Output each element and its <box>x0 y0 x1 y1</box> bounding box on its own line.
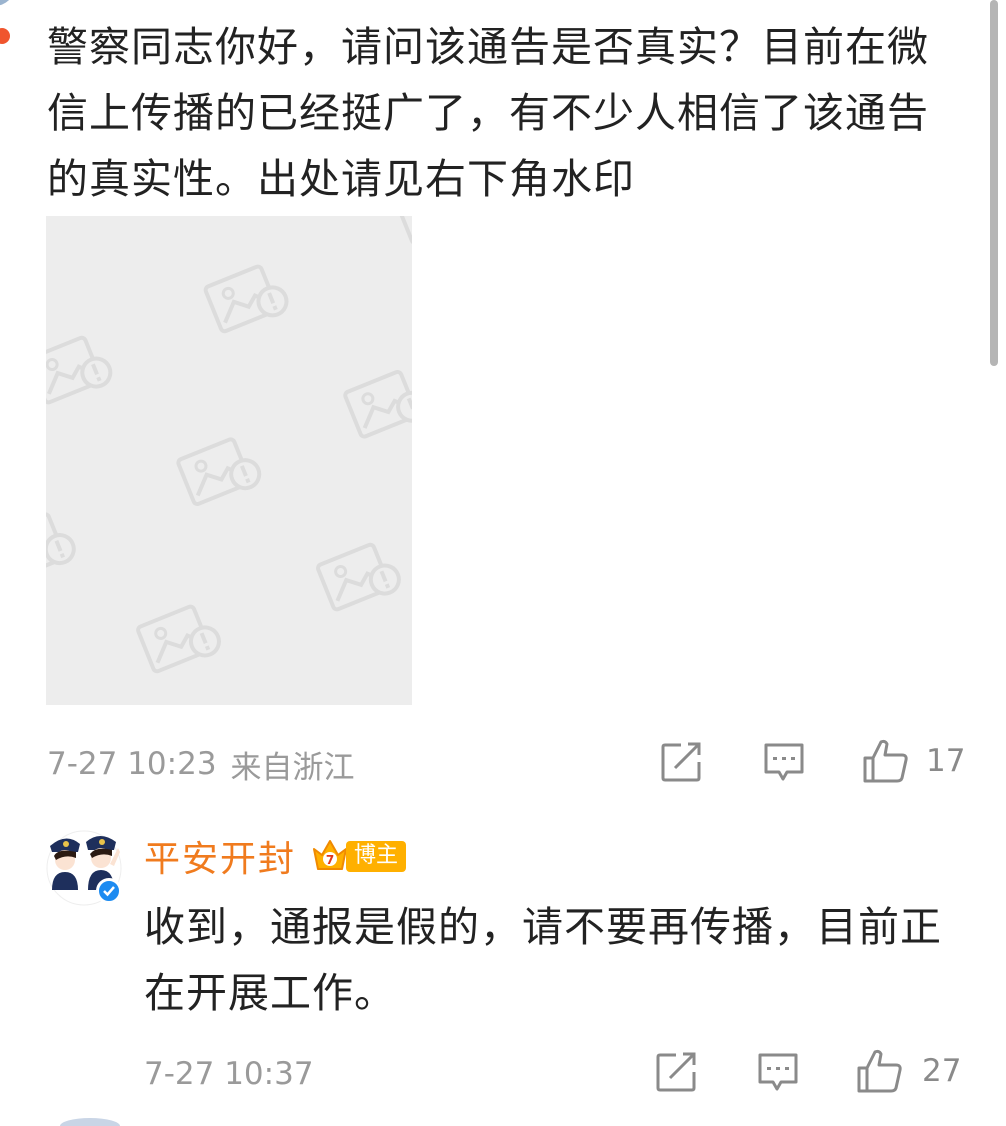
comment-meta: 7-27 10:23 来自浙江 <box>47 742 355 786</box>
comment-time: 7-27 10:23 <box>47 746 217 782</box>
reply-share-button[interactable] <box>656 1052 698 1092</box>
svg-text:7: 7 <box>326 853 334 867</box>
next-avatar <box>60 1118 120 1126</box>
blogger-badge: 博主 <box>346 840 407 872</box>
reply-author-row: 平安开封 7 博主 <box>144 830 407 882</box>
comment-location: 来自浙江 <box>230 749 355 786</box>
comment-share-button[interactable] <box>661 742 703 782</box>
comment-like-count: 17 <box>926 743 966 779</box>
verified-icon <box>96 878 122 904</box>
commenter-badge-icon <box>0 28 10 44</box>
image-placeholder-icon <box>46 216 412 679</box>
share-icon <box>656 1052 696 1092</box>
commenter-avatar[interactable] <box>0 0 16 6</box>
scrollbar[interactable] <box>990 0 998 366</box>
comment-reply-button[interactable] <box>763 742 805 784</box>
comment-image[interactable] <box>46 216 412 705</box>
comment-text: 警察同志你好，请问该通告是否真实？目前在微信上传播的已经挺广了，有不少人相信了该… <box>47 23 929 203</box>
reply-meta: 7-27 10:37 <box>144 1052 314 1096</box>
thumbs-up-icon <box>857 1049 902 1093</box>
thumbs-up-icon <box>863 739 908 783</box>
reply-author-name[interactable]: 平安开封 <box>144 830 296 882</box>
comment-icon <box>764 743 804 781</box>
comment-icon <box>758 1053 798 1091</box>
reply-comment-button[interactable] <box>757 1052 799 1094</box>
crown-icon: 7 <box>313 840 348 870</box>
reply-time: 7-27 10:37 <box>144 1056 314 1092</box>
share-icon <box>661 742 701 782</box>
reply-like-button[interactable]: 27 <box>856 1048 961 1094</box>
comment-like-button[interactable]: 17 <box>862 738 965 784</box>
reply-text: 收到，通报是假的，请不要再传播，目前正在开展工作。 <box>144 903 942 1017</box>
reply-like-count: 27 <box>922 1053 962 1089</box>
